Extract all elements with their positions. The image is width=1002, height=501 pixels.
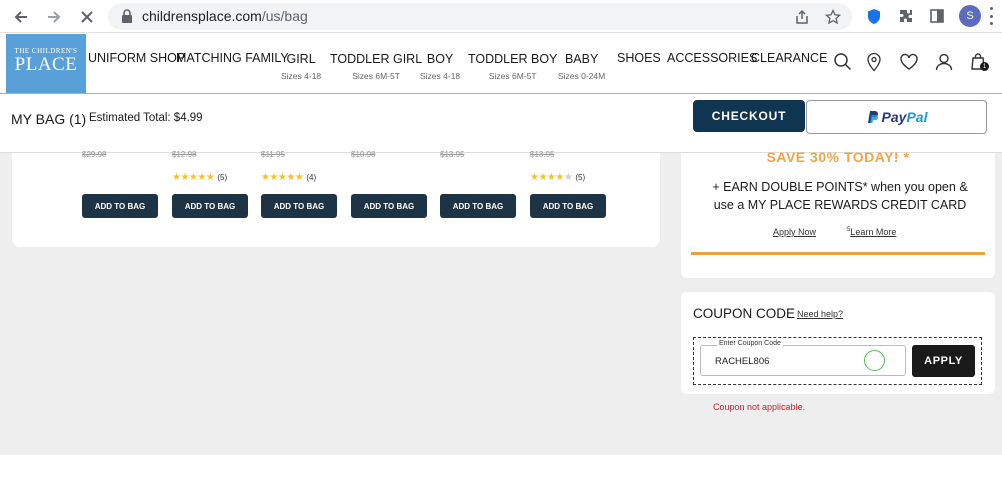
- coupon-input-label: Enter Coupon Code: [717, 340, 783, 347]
- coupon-code-input[interactable]: Enter Coupon Code RACHEL806: [700, 340, 906, 376]
- paypal-button[interactable]: Pay Pal: [806, 100, 987, 134]
- loading-ring-icon: [864, 350, 885, 371]
- product-price: $12.98: [172, 150, 197, 159]
- bag-title: MY BAG (1): [11, 111, 87, 127]
- address-bar[interactable]: childrensplace.com/us/bag: [108, 3, 852, 30]
- browser-menu-icon[interactable]: [988, 7, 994, 25]
- coupon-code-panel: COUPON CODE Need help? Enter Coupon Code…: [681, 292, 995, 394]
- product-price: $13.95: [530, 150, 555, 159]
- share-icon[interactable]: [792, 7, 812, 27]
- bag-count-badge: 1: [980, 62, 989, 71]
- side-panel-icon[interactable]: [927, 6, 947, 26]
- rating-stars: ★★★★★ (4): [261, 172, 317, 183]
- nav-toddler-boy[interactable]: TODDLER BOY Sizes 6M-5T: [468, 52, 557, 81]
- rating-stars: ★★★★★ (5): [530, 172, 586, 183]
- browser-toolbar: childrensplace.com/us/bag S: [0, 0, 1002, 33]
- nav-boy[interactable]: BOY Sizes 4-18: [420, 52, 460, 81]
- paypal-icon: [866, 110, 878, 124]
- bookmark-star-icon[interactable]: [823, 7, 843, 27]
- rating-stars: ★★★★★ (5): [172, 172, 228, 183]
- product-price: $29.98: [82, 150, 107, 159]
- nav-baby[interactable]: BABY Sizes 0-24M: [558, 52, 605, 81]
- nav-shoes[interactable]: SHOES: [617, 51, 661, 65]
- nav-matching-family[interactable]: MATCHING FAMILY: [176, 51, 289, 65]
- shield-extension-icon[interactable]: [864, 6, 884, 26]
- stop-loading-icon[interactable]: [76, 6, 98, 28]
- apply-coupon-button[interactable]: APPLY: [912, 345, 975, 377]
- rewards-credit-card-promo: SAVE 30% TODAY! * + EARN DOUBLE POINTS* …: [681, 149, 995, 278]
- childrens-place-logo[interactable]: THE CHILDREN'S PLACE: [6, 34, 86, 93]
- product-price: $11.95: [261, 150, 285, 159]
- back-arrow-icon[interactable]: [10, 6, 32, 28]
- account-icon[interactable]: [934, 52, 954, 72]
- store-locator-icon[interactable]: [864, 52, 884, 72]
- coupon-error-message: Coupon not applicable.: [713, 402, 806, 412]
- add-to-bag-button[interactable]: ADD TO BAG: [82, 194, 158, 218]
- forward-arrow-icon[interactable]: [43, 6, 65, 28]
- nav-accessories[interactable]: ACCESSORIES: [667, 51, 757, 65]
- nav-girl[interactable]: GIRL Sizes 4-18: [281, 52, 321, 81]
- add-to-bag-button[interactable]: ADD TO BAG: [440, 194, 516, 218]
- coupon-input-value: RACHEL806: [715, 356, 770, 367]
- promo-divider: [691, 252, 985, 255]
- shopping-bag-icon[interactable]: 1: [969, 52, 989, 72]
- learn-more-link[interactable]: 5Learn More: [847, 227, 896, 237]
- puzzle-extensions-icon[interactable]: [896, 6, 916, 26]
- add-to-bag-button[interactable]: ADD TO BAG: [261, 194, 337, 218]
- search-icon[interactable]: [833, 52, 853, 72]
- product-price: $10.98: [351, 150, 376, 159]
- add-to-bag-button[interactable]: ADD TO BAG: [351, 194, 427, 218]
- nav-uniform-shop[interactable]: UNIFORM SHOP: [88, 51, 185, 65]
- site-header: THE CHILDREN'S PLACE UNIFORM SHOP MATCHI…: [0, 33, 1002, 94]
- add-to-bag-button[interactable]: ADD TO BAG: [530, 194, 606, 218]
- url-text: childrensplace.com/us/bag: [142, 8, 308, 24]
- favorites-heart-icon[interactable]: [899, 52, 919, 72]
- add-to-bag-button[interactable]: ADD TO BAG: [172, 194, 248, 218]
- checkout-button[interactable]: CHECKOUT: [693, 100, 805, 132]
- earn-points-text: + EARN DOUBLE POINTS* when you open & us…: [712, 180, 968, 212]
- page-footer-area: [0, 455, 1002, 501]
- apply-now-link[interactable]: Apply Now: [773, 227, 816, 237]
- nav-toddler-girl[interactable]: TODDLER GIRL Sizes 6M-5T: [330, 52, 422, 81]
- profile-avatar[interactable]: S: [959, 5, 981, 27]
- product-price: $13.95: [440, 150, 465, 159]
- need-help-link[interactable]: Need help?: [797, 309, 843, 319]
- coupon-title: COUPON CODE: [693, 306, 796, 321]
- bag-page-content: $29.98 ADD TO BAG $12.98 ★★★★★ (5) ADD TO…: [0, 149, 1002, 455]
- coupon-form: Enter Coupon Code RACHEL806 APPLY: [693, 337, 982, 385]
- save-percent-heading: SAVE 30% TODAY! *: [766, 149, 910, 165]
- recommended-products-carousel: $29.98 ADD TO BAG $12.98 ★★★★★ (5) ADD TO…: [12, 150, 660, 247]
- bag-summary-bar: MY BAG (1) Estimated Total: $4.99 CHECKO…: [0, 94, 1002, 153]
- lock-icon: [122, 9, 132, 23]
- estimated-total: Estimated Total: $4.99: [89, 112, 203, 124]
- nav-clearance[interactable]: CLEARANCE: [751, 51, 827, 65]
